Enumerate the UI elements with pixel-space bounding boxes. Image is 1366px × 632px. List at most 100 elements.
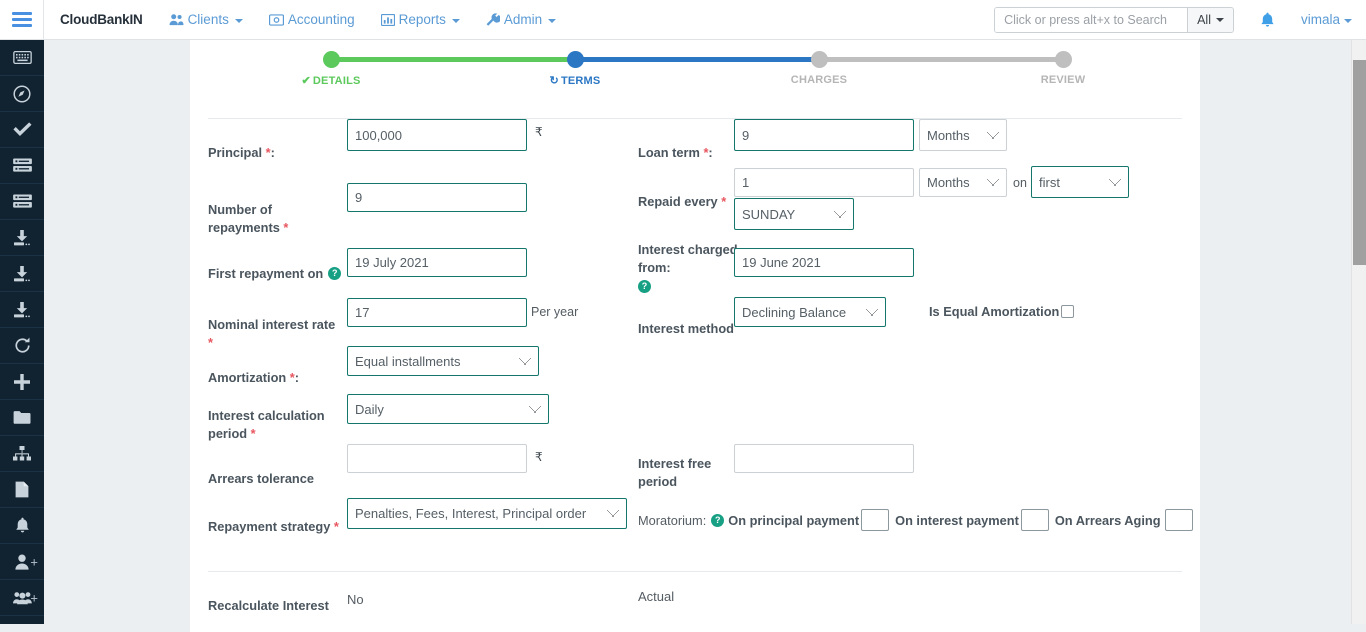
first-repayment-on-input[interactable]: [347, 248, 527, 277]
label-number-of-repayments: Number of repayments *: [208, 201, 338, 237]
arrears-tolerance-input[interactable]: [347, 444, 527, 473]
moratorium-group: Moratorium: ? On principal payment On in…: [638, 509, 1189, 531]
sidebar-item-notes[interactable]: [0, 472, 44, 508]
label-first-repayment-on: First repayment on ?: [208, 266, 341, 281]
wizard-text-terms: TERMS: [561, 75, 601, 87]
nav-item-reports[interactable]: Reports: [381, 12, 460, 27]
repaid-every-on-select[interactable]: first: [1031, 166, 1129, 198]
number-of-repayments-input[interactable]: [347, 183, 527, 212]
interest-method-select[interactable]: Declining Balance: [734, 297, 886, 327]
sidebar-item-documents[interactable]: [0, 400, 44, 436]
label-moratorium: Moratorium:: [638, 513, 706, 528]
wizard-dot-review[interactable]: [1055, 51, 1072, 68]
is-equal-amortization-checkbox[interactable]: [1061, 305, 1074, 318]
principal-input[interactable]: [347, 119, 527, 151]
label-loan-term-text: Loan term: [638, 145, 700, 160]
moratorium-on-arrears-aging-input[interactable]: [1165, 509, 1193, 531]
label-amortization: Amortization *:: [208, 369, 343, 387]
sidebar-item-add[interactable]: [0, 364, 44, 400]
wizard-label-terms[interactable]: ↻TERMS: [550, 74, 601, 87]
user-name: vimala: [1301, 12, 1340, 27]
interest-calculation-period-select[interactable]: Daily: [347, 394, 549, 424]
sidebar-item-add-client[interactable]: +: [0, 544, 44, 580]
label-amortization-colon: :: [295, 370, 299, 385]
label-on-principal-payment: On principal payment: [728, 513, 859, 528]
bottom-row: Recalculate Interest No Actual: [190, 572, 1200, 632]
wizard-dot-charges[interactable]: [811, 51, 828, 68]
label-repayment-strategy-text: Repayment strategy: [208, 519, 330, 534]
interest-free-period-input[interactable]: [734, 444, 914, 473]
help-icon[interactable]: ?: [638, 280, 651, 293]
help-icon[interactable]: ?: [711, 514, 724, 527]
download-icon: [13, 266, 31, 282]
nav-item-admin[interactable]: Admin: [486, 12, 556, 27]
label-principal-text: Principal: [208, 145, 262, 160]
accounting-icon: [269, 14, 284, 26]
label-arrears-tolerance-text: Arrears tolerance: [208, 471, 314, 486]
label-principal: Principal *:: [208, 144, 338, 162]
label-interest-free-period-text: Interest free period: [638, 456, 711, 489]
arrears-tolerance-currency-symbol: ₹: [535, 450, 543, 464]
label-interest-method-text: Interest method: [638, 321, 734, 336]
nav-item-accounting[interactable]: Accounting: [269, 12, 355, 27]
brand-logo[interactable]: CloudBankIN: [60, 12, 143, 27]
sidebar-item-disburse-3[interactable]: [0, 292, 44, 328]
download-icon: [13, 302, 31, 318]
amortization-select[interactable]: Equal installments: [347, 346, 539, 376]
label-nominal-interest-rate-text: Nominal interest rate: [208, 317, 335, 332]
sidebar-item-disburse-2[interactable]: [0, 256, 44, 292]
label-first-repayment-on-text: First repayment on: [208, 266, 323, 281]
sidebar-item-alerts[interactable]: [0, 508, 44, 544]
sidebar-item-refresh[interactable]: [0, 328, 44, 364]
search-scope-dropdown[interactable]: All: [1187, 8, 1233, 32]
sidebar-item-add-group[interactable]: +: [0, 580, 44, 616]
wizard-text-charges: CHARGES: [791, 74, 847, 86]
nominal-interest-rate-input[interactable]: [347, 298, 527, 327]
required-marker: *: [208, 335, 213, 350]
wizard-label-charges[interactable]: CHARGES: [791, 74, 847, 86]
loan-term-period-select[interactable]: Months: [919, 119, 1007, 151]
moratorium-on-interest-payment-input[interactable]: [1021, 509, 1049, 531]
label-interest-calculation-period-text: Interest calculation period: [208, 408, 325, 441]
vertical-scrollbar[interactable]: [1351, 40, 1366, 624]
repayment-strategy-select[interactable]: Penalties, Fees, Interest, Principal ord…: [347, 498, 627, 529]
value-recalculate-interest: No: [347, 592, 364, 607]
sidebar-item-approve[interactable]: [0, 112, 44, 148]
sidebar-item-disburse-1[interactable]: [0, 220, 44, 256]
loan-term-input[interactable]: [734, 119, 914, 151]
refresh-icon: [14, 337, 31, 354]
hamburger-icon[interactable]: [0, 0, 44, 39]
repaid-every-input[interactable]: [734, 168, 914, 197]
scrollbar-thumb[interactable]: [1353, 60, 1366, 265]
label-interest-charged-from: Interest charged from: ?: [638, 241, 738, 293]
repaid-every-on-label: on: [1013, 176, 1027, 190]
sidebar-item-hierarchy[interactable]: [0, 436, 44, 472]
wizard-label-review[interactable]: REVIEW: [1041, 74, 1086, 86]
sidebar-item-keyboard[interactable]: [0, 40, 44, 76]
notification-bell-icon[interactable]: [1260, 12, 1275, 28]
wizard-dot-details[interactable]: [323, 51, 340, 68]
sidebar-item-list-1[interactable]: [0, 148, 44, 184]
moratorium-on-principal-payment-input[interactable]: [861, 509, 889, 531]
repaid-every-day-select[interactable]: SUNDAY: [734, 198, 854, 230]
keyboard-icon: [13, 51, 32, 64]
label-arrears-tolerance: Arrears tolerance: [208, 470, 343, 488]
label-on-arrears-aging: On Arrears Aging: [1055, 513, 1161, 528]
user-menu[interactable]: vimala: [1301, 12, 1352, 27]
wizard-dot-terms[interactable]: [567, 51, 584, 68]
interest-charged-from-input[interactable]: [734, 248, 914, 277]
nav-item-clients[interactable]: Clients: [169, 12, 243, 27]
sidebar-item-list-2[interactable]: [0, 184, 44, 220]
label-interest-calculation-period: Interest calculation period *: [208, 407, 343, 443]
clients-icon: [169, 13, 184, 26]
help-icon[interactable]: ?: [328, 267, 341, 280]
wizard-text-review: REVIEW: [1041, 74, 1086, 86]
repaid-every-period-select[interactable]: Months: [919, 168, 1007, 197]
wizard-label-details[interactable]: ✔DETAILS: [301, 74, 360, 87]
label-nominal-interest-rate: Nominal interest rate *: [208, 316, 343, 352]
chevron-down-icon: [452, 19, 460, 23]
label-repaid-every-text: Repaid every: [638, 194, 718, 209]
search-input[interactable]: [995, 8, 1187, 32]
sidebar-item-navigation[interactable]: [0, 76, 44, 112]
value-days-in-year: Actual: [638, 589, 674, 604]
